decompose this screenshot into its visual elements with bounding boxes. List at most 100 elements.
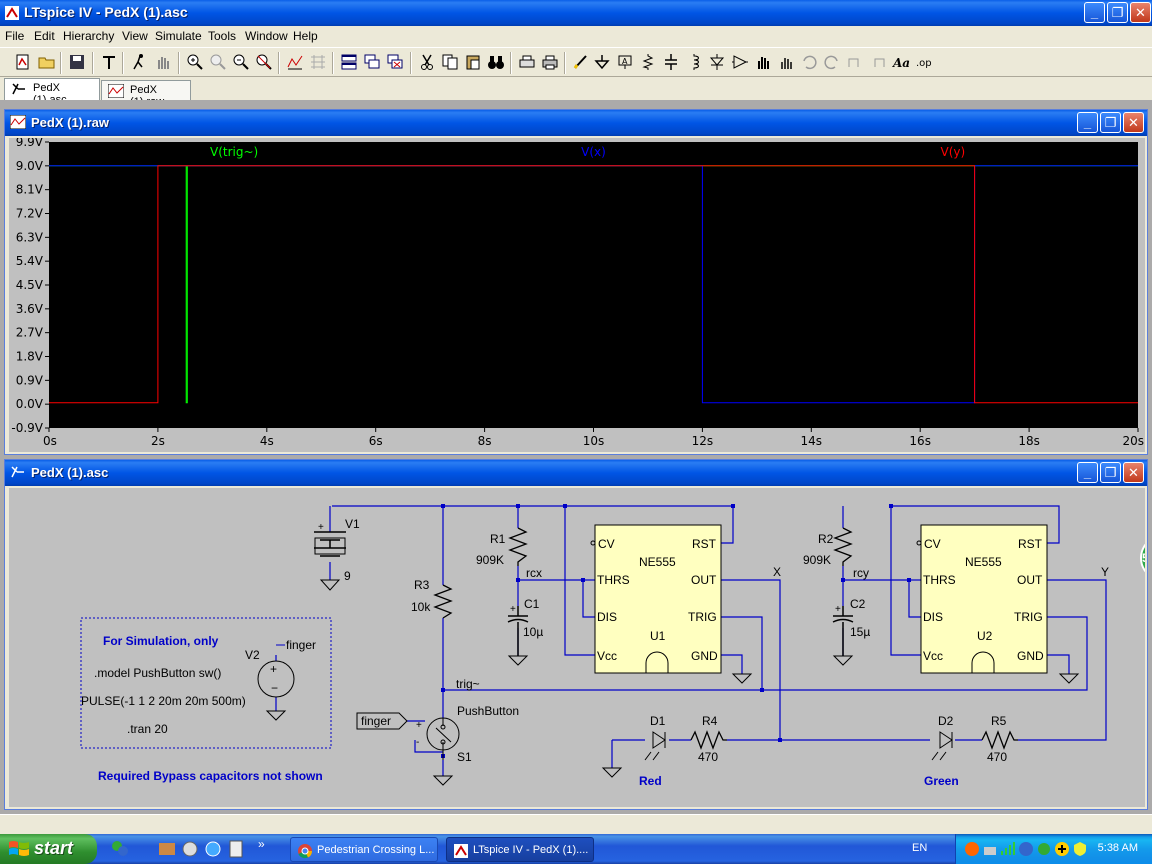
x-tick-label: 18s	[1018, 434, 1040, 448]
legend-entry[interactable]: V(x)	[581, 145, 606, 159]
waveform-close-button[interactable]: ✕	[1123, 112, 1144, 133]
tray-add-icon[interactable]	[1054, 841, 1070, 857]
tray-firefox-icon[interactable]	[964, 841, 980, 857]
y-tick-label: 2.7V	[16, 326, 44, 340]
schematic-tab-icon	[12, 83, 25, 95]
u1-pin-rst: RST	[692, 537, 717, 551]
label-net-icon[interactable]: A	[616, 53, 634, 71]
v1-value: 9	[344, 569, 351, 583]
paste-icon[interactable]	[464, 53, 482, 71]
inductor-icon[interactable]	[685, 53, 703, 71]
resistor-icon[interactable]	[639, 53, 657, 71]
tray-signal-icon[interactable]	[1000, 841, 1016, 857]
quicklaunch-ie-icon[interactable]	[203, 839, 223, 859]
ground-icon[interactable]	[593, 53, 611, 71]
drag-hand-icon[interactable]	[777, 53, 795, 71]
u1-part-name: NE555	[639, 555, 676, 569]
menu-window[interactable]: Window	[245, 29, 288, 43]
legend-entry[interactable]: V(trig~)	[210, 145, 258, 159]
control-panel-icon[interactable]	[100, 53, 118, 71]
minimize-button[interactable]: _	[1084, 2, 1105, 23]
menu-edit[interactable]: Edit	[34, 29, 55, 43]
waveform-plot[interactable]: 9.9V 9.0V 8.1V 7.2V 6.3V 5.4V 4.5V 3.6V 2.7V 1.8V…	[9, 138, 1145, 452]
tray-network-icon[interactable]	[982, 841, 998, 857]
task-ltspice[interactable]: LTspice IV - PedX (1)....	[446, 837, 594, 862]
schematic-window-title-bar: PedX (1).asc _ ❐ ✕	[5, 460, 1147, 486]
schematic-close-button[interactable]: ✕	[1123, 462, 1144, 483]
redo-icon[interactable]	[823, 53, 841, 71]
schematic-maximize-button[interactable]: ❐	[1100, 462, 1121, 483]
y-tick-label: 5.4V	[16, 254, 44, 268]
task-chrome[interactable]: Pedestrian Crossing L...	[290, 837, 438, 862]
autorange-icon[interactable]	[286, 53, 304, 71]
tab-waveform[interactable]: PedX (1).raw	[101, 80, 191, 108]
tray-shield-icon[interactable]	[1072, 841, 1088, 857]
menu-view[interactable]: View	[122, 29, 148, 43]
move-hand-icon[interactable]	[754, 53, 772, 71]
zoom-fit-icon[interactable]	[255, 53, 273, 71]
schematic-minimize-button[interactable]: _	[1077, 462, 1098, 483]
close-all-icon[interactable]	[386, 53, 404, 71]
u2-label: U2	[977, 629, 993, 643]
legend-entry[interactable]: V(y)	[941, 145, 966, 159]
copy-icon[interactable]	[441, 53, 459, 71]
finger-v2-label: finger	[286, 638, 316, 652]
mirror-icon[interactable]	[869, 53, 887, 71]
quicklaunch-doc-icon[interactable]	[226, 839, 246, 859]
run-icon[interactable]	[130, 53, 148, 71]
capacitor-icon[interactable]	[662, 53, 680, 71]
schematic-canvas[interactable]: + V1 9 R3 10k R1 909K rcx + C1 10µ CV RS…	[9, 488, 1145, 807]
close-button[interactable]: ✕	[1130, 2, 1151, 23]
tray-sync-icon[interactable]	[1036, 841, 1052, 857]
print-icon[interactable]	[541, 53, 559, 71]
waveform-minimize-button[interactable]: _	[1077, 112, 1098, 133]
c2-value: 15µ	[850, 625, 870, 639]
zoom-in-icon[interactable]	[186, 53, 204, 71]
menu-simulate[interactable]: Simulate	[155, 29, 202, 43]
menu-file[interactable]: File	[5, 29, 24, 43]
tray-help-icon[interactable]	[1018, 841, 1034, 857]
cut-icon[interactable]	[418, 53, 436, 71]
menu-hierarchy[interactable]: Hierarchy	[63, 29, 114, 43]
print-setup-icon[interactable]	[518, 53, 536, 71]
quicklaunch-more-icon[interactable]: »	[258, 837, 265, 851]
undo-icon[interactable]	[800, 53, 818, 71]
waveform-window: PedX (1).raw _ ❐ ✕ 9.9V 9.0V 8.1V 7.2V 6.3V 5…	[4, 109, 1148, 455]
maximize-button[interactable]: ❐	[1107, 2, 1128, 23]
new-schematic-icon[interactable]	[14, 53, 32, 71]
language-indicator[interactable]: EN	[912, 842, 927, 854]
halt-hand-icon[interactable]	[154, 53, 172, 71]
sim-pulse: PULSE(-1 1 2 20m 20m 500m)	[81, 694, 246, 708]
pan-icon[interactable]	[209, 53, 227, 71]
save-icon[interactable]	[68, 53, 86, 71]
net-x-label: X	[773, 565, 781, 579]
cascade-icon[interactable]	[363, 53, 381, 71]
open-folder-icon[interactable]	[38, 53, 56, 71]
quicklaunch-settings-icon[interactable]	[180, 839, 200, 859]
diode-icon[interactable]	[708, 53, 726, 71]
component-icon[interactable]	[731, 53, 749, 71]
s1-label: S1	[457, 750, 472, 764]
c2-label: C2	[850, 597, 866, 611]
waveform-maximize-button[interactable]: ❐	[1100, 112, 1121, 133]
quicklaunch-messenger-icon[interactable]	[110, 839, 130, 859]
menu-help[interactable]: Help	[293, 29, 318, 43]
svg-text:+: +	[318, 522, 324, 533]
draw-wire-icon[interactable]	[572, 53, 590, 71]
waveform-window-icon	[10, 115, 26, 129]
rotate-icon[interactable]	[846, 53, 864, 71]
menu-tools[interactable]: Tools	[208, 29, 236, 43]
u1-pin-vcc: Vcc	[597, 649, 617, 663]
side-badge-text: 54	[1142, 551, 1145, 565]
zoom-out-icon[interactable]	[232, 53, 250, 71]
tile-horizontal-icon[interactable]	[340, 53, 358, 71]
tab-schematic[interactable]: PedX (1).asc	[4, 78, 100, 106]
text-icon[interactable]: Aa	[892, 53, 910, 71]
spice-directive-icon[interactable]: .op	[915, 53, 933, 71]
start-button[interactable]: start	[0, 834, 97, 864]
quicklaunch-app-icon[interactable]	[157, 839, 177, 859]
grid-icon[interactable]	[309, 53, 327, 71]
find-binoculars-icon[interactable]	[487, 53, 505, 71]
d1-label: D1	[650, 714, 666, 728]
y-tick-label: 0.9V	[16, 373, 44, 387]
